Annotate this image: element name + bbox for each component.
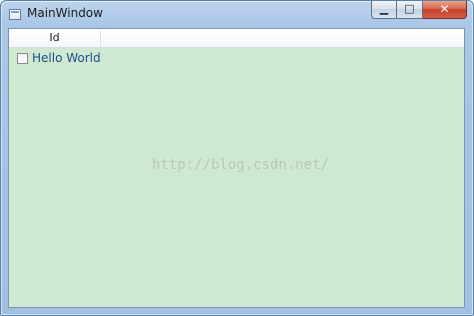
maximize-button[interactable]: □ xyxy=(397,1,423,19)
maximize-icon: □ xyxy=(404,2,415,15)
minimize-button[interactable]: ▁ xyxy=(371,1,397,19)
close-button[interactable]: ✕ xyxy=(423,1,467,19)
client-area: Id Hello World http://blog.csdn.net/ xyxy=(8,28,465,308)
title-bar[interactable]: MainWindow ▁ □ ✕ xyxy=(1,1,473,27)
window-icon[interactable] xyxy=(9,9,21,20)
grid-header: Id xyxy=(9,29,464,48)
main-window: MainWindow ▁ □ ✕ Id Hello World http://b… xyxy=(0,0,474,316)
window-title: MainWindow xyxy=(27,6,103,20)
caption-buttons: ▁ □ ✕ xyxy=(371,1,467,19)
row-label: Hello World xyxy=(32,51,101,65)
list-item[interactable]: Hello World xyxy=(17,50,101,66)
row-checkbox[interactable] xyxy=(17,52,28,64)
column-header-id[interactable]: Id xyxy=(9,29,101,47)
watermark-text: http://blog.csdn.net/ xyxy=(152,157,330,173)
minimize-icon: ▁ xyxy=(379,2,389,15)
close-icon: ✕ xyxy=(439,2,450,16)
